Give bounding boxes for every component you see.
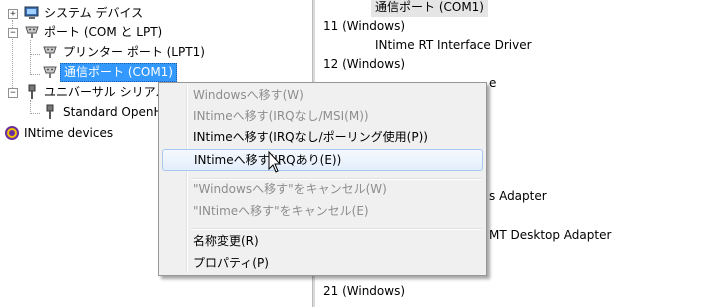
- tree-item-ports[interactable]: − ポート (COM と LPT): [0, 23, 165, 42]
- list-item[interactable]: MT Desktop Adapter: [489, 226, 611, 245]
- port-icon: [25, 26, 39, 38]
- tree-item-usb-controller[interactable]: Standard OpenH: [0, 103, 165, 122]
- tree-item-com1[interactable]: 通信ポート (COM1): [0, 63, 177, 82]
- tree-item-usb[interactable]: − ユニバーサル シリアル: [0, 83, 170, 102]
- tree-item-label: プリンター ポート (LPT1): [63, 45, 205, 59]
- menu-item-properties[interactable]: プロパティ(P): [162, 252, 483, 274]
- collapse-icon[interactable]: −: [8, 88, 18, 98]
- context-menu: Windowsへ移す(W) INtimeへ移す(IRQなし/MSI(M)) IN…: [158, 82, 487, 276]
- tree-item-printer-port[interactable]: プリンター ポート (LPT1): [0, 43, 208, 62]
- list-item[interactable]: INtime RT Interface Driver: [375, 36, 532, 55]
- list-item[interactable]: 21 (Windows): [323, 282, 405, 301]
- usb-icon: [46, 104, 54, 119]
- mouse-cursor-icon: [268, 151, 282, 173]
- port-icon: [43, 66, 57, 78]
- menu-item-rename[interactable]: 名称変更(R): [162, 230, 483, 252]
- menu-item-move-to-intime-irq[interactable]: INtimeへ移す(IRQあり(E)): [162, 149, 483, 171]
- list-item[interactable]: s Adapter: [489, 187, 547, 206]
- menu-item-cancel-move-to-windows[interactable]: "Windowsへ移す"をキャンセル(W): [162, 178, 483, 200]
- tree-item-label: システム デバイス: [44, 6, 144, 20]
- tree-item-label: ユニバーサル シリアル: [44, 85, 168, 99]
- list-item[interactable]: 11 (Windows): [323, 17, 405, 36]
- tree-item-label: ポート (COM と LPT): [44, 25, 163, 39]
- computer-icon: [24, 6, 39, 19]
- list-item[interactable]: e: [489, 74, 496, 93]
- tree-item-label: 通信ポート (COM1): [60, 63, 177, 82]
- list-item[interactable]: 12 (Windows): [323, 55, 405, 74]
- menu-item-cancel-move-to-intime[interactable]: "INtimeへ移す"をキャンセル(E): [162, 200, 483, 222]
- tree-item-intime-devices[interactable]: INtime devices: [0, 124, 116, 143]
- collapse-icon[interactable]: −: [8, 28, 18, 38]
- intime-logo-icon: [5, 126, 19, 140]
- usb-icon: [28, 84, 36, 99]
- port-icon: [43, 46, 57, 58]
- menu-item-move-to-intime-msi[interactable]: INtimeへ移す(IRQなし/MSI(M)): [162, 105, 483, 127]
- tree-item-system-devices[interactable]: + システム デバイス: [0, 4, 146, 23]
- menu-item-move-to-windows[interactable]: Windowsへ移す(W): [162, 84, 483, 106]
- tree-item-label: INtime devices: [24, 126, 114, 140]
- menu-item-move-to-intime-polling[interactable]: INtimeへ移す(IRQなし/ポーリング使用(P)): [162, 126, 483, 148]
- list-item[interactable]: 通信ポート (COM1): [371, 0, 488, 17]
- expand-icon[interactable]: +: [8, 9, 18, 19]
- tree-item-label: Standard OpenH: [63, 105, 163, 119]
